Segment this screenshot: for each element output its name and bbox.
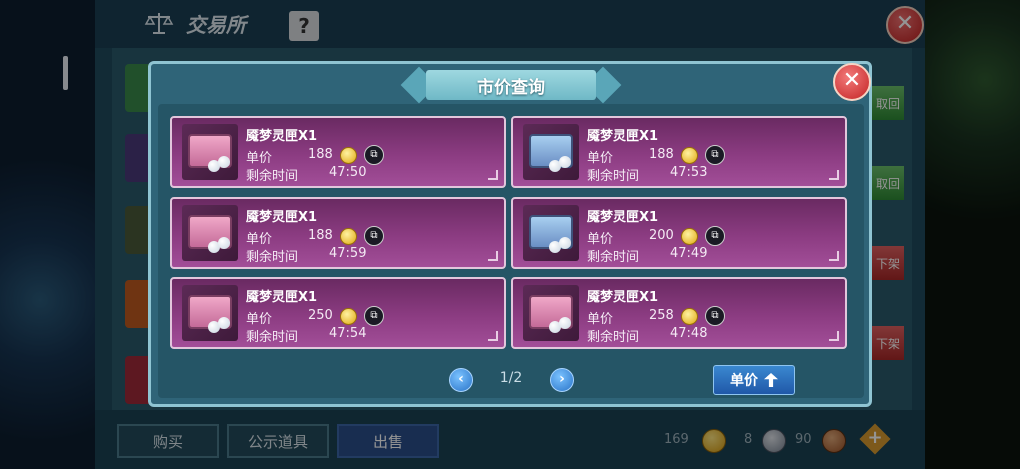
item-thumbnail <box>182 285 238 341</box>
time-left-label: 剩余时间 <box>587 169 640 184</box>
copy-icon[interactable]: ⧉ <box>705 306 725 326</box>
gold-coin-icon <box>681 308 698 325</box>
time-left-label: 剩余时间 <box>246 330 299 345</box>
pearl-icon <box>218 156 230 168</box>
corner-ornament <box>488 170 498 180</box>
item-name: 魇梦灵匣X1 <box>246 290 318 305</box>
sort-arrow-icon <box>764 373 778 387</box>
time-left-label: 剩余时间 <box>246 169 299 184</box>
item-name: 魇梦灵匣X1 <box>246 210 318 225</box>
item-thumbnail <box>523 124 579 180</box>
listing-card[interactable]: 魇梦灵匣X1 单价 188 ⧉ 剩余时间 47:59 <box>170 197 506 269</box>
item-name: 魇梦灵匣X1 <box>587 290 659 305</box>
item-name: 魇梦灵匣X1 <box>587 129 659 144</box>
unit-price-label: 单价 <box>246 312 273 327</box>
dialog-title: 市价查询 <box>477 78 545 98</box>
corner-ornament <box>829 251 839 261</box>
sort-by-price-button[interactable]: 单价 <box>713 365 795 395</box>
time-left-label: 剩余时间 <box>587 330 640 345</box>
dialog-close-button[interactable]: ✕ <box>833 63 871 101</box>
time-left-label: 剩余时间 <box>246 250 299 265</box>
pearl-icon <box>559 237 571 249</box>
item-name: 魇梦灵匣X1 <box>587 210 659 225</box>
time-left-label: 剩余时间 <box>587 250 640 265</box>
copy-icon[interactable]: ⧉ <box>364 145 384 165</box>
corner-ornament <box>488 251 498 261</box>
unit-price-label: 单价 <box>587 312 614 327</box>
unit-price-value: 188 <box>308 147 333 162</box>
listing-card[interactable]: 魇梦灵匣X1 单价 188 ⧉ 剩余时间 47:53 <box>511 116 847 188</box>
unit-price-value: 258 <box>649 308 674 323</box>
pearl-icon <box>559 156 571 168</box>
time-left-value: 47:59 <box>329 246 367 261</box>
copy-icon[interactable]: ⧉ <box>364 306 384 326</box>
copy-icon[interactable]: ⧉ <box>705 145 725 165</box>
corner-ornament <box>829 170 839 180</box>
listing-card[interactable]: 魇梦灵匣X1 单价 188 ⧉ 剩余时间 47:50 <box>170 116 506 188</box>
listing-card[interactable]: 魇梦灵匣X1 单价 250 ⧉ 剩余时间 47:54 <box>170 277 506 349</box>
time-left-value: 47:49 <box>670 246 708 261</box>
item-thumbnail <box>182 124 238 180</box>
gold-coin-icon <box>681 228 698 245</box>
pearl-icon <box>218 317 230 329</box>
unit-price-value: 250 <box>308 308 333 323</box>
prev-page-button[interactable]: ‹ <box>449 368 473 392</box>
listing-card[interactable]: 魇梦灵匣X1 单价 200 ⧉ 剩余时间 47:49 <box>511 197 847 269</box>
unit-price-value: 200 <box>649 228 674 243</box>
time-left-value: 47:54 <box>329 326 367 341</box>
unit-price-label: 单价 <box>246 232 273 247</box>
corner-ornament <box>488 331 498 341</box>
time-left-value: 47:48 <box>670 326 708 341</box>
page-indicator: 1/2 <box>499 370 523 386</box>
unit-price-label: 单价 <box>587 151 614 166</box>
unit-price-value: 188 <box>308 228 333 243</box>
item-thumbnail <box>523 205 579 261</box>
copy-icon[interactable]: ⧉ <box>705 226 725 246</box>
unit-price-label: 单价 <box>246 151 273 166</box>
gold-coin-icon <box>340 228 357 245</box>
gold-coin-icon <box>340 147 357 164</box>
item-name: 魇梦灵匣X1 <box>246 129 318 144</box>
gold-coin-icon <box>340 308 357 325</box>
pearl-icon <box>559 317 571 329</box>
copy-icon[interactable]: ⧉ <box>364 226 384 246</box>
time-left-value: 47:53 <box>670 165 708 180</box>
item-thumbnail <box>182 205 238 261</box>
item-thumbnail <box>523 285 579 341</box>
unit-price-value: 188 <box>649 147 674 162</box>
next-page-button[interactable]: › <box>550 368 574 392</box>
listing-card[interactable]: 魇梦灵匣X1 单价 258 ⧉ 剩余时间 47:48 <box>511 277 847 349</box>
unit-price-label: 单价 <box>587 232 614 247</box>
sort-button-label: 单价 <box>730 373 758 389</box>
time-left-value: 47:50 <box>329 165 367 180</box>
pearl-icon <box>218 237 230 249</box>
corner-ornament <box>829 331 839 341</box>
gold-coin-icon <box>681 147 698 164</box>
